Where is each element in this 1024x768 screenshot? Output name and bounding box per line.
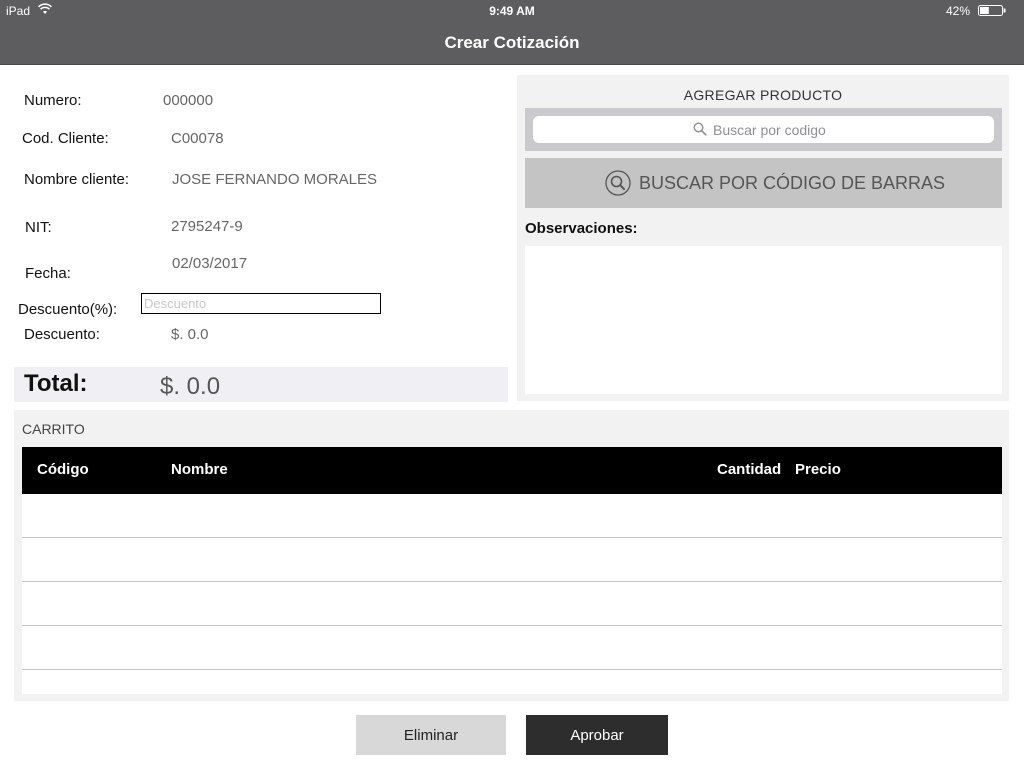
table-row[interactable]	[22, 670, 1002, 694]
nombre-cliente-value: JOSE FERNANDO MORALES	[172, 171, 378, 188]
product-search-input[interactable]	[713, 120, 983, 139]
product-search-bar	[525, 108, 1002, 151]
total-box: Total: $. 0.0	[14, 367, 508, 402]
product-search-field[interactable]	[533, 116, 994, 143]
table-row[interactable]	[22, 494, 1002, 538]
cart-table-header: Código Nombre Cantidad Precio	[22, 447, 1002, 494]
numero-label: Numero:	[24, 92, 82, 109]
nit-value: 2795247-9	[171, 218, 243, 235]
total-label: Total:	[24, 370, 88, 397]
descuento-percent-input[interactable]	[141, 293, 381, 314]
page-title: Crear Cotización	[444, 33, 580, 52]
nombre-cliente-label: Nombre cliente:	[24, 171, 130, 188]
battery-percent: 42%	[945, 4, 970, 18]
barcode-search-button[interactable]: BUSCAR POR CÓDIGO DE BARRAS	[525, 158, 1002, 208]
add-product-panel: AGREGAR PRODUCTO BUSCAR POR CÓDIGO DE BA…	[517, 75, 1009, 401]
table-row[interactable]	[22, 538, 1002, 582]
column-header-codigo: Código	[37, 461, 89, 478]
table-row[interactable]	[22, 582, 1002, 626]
battery-icon	[978, 5, 1016, 16]
search-icon	[693, 122, 707, 136]
cod-cliente-value: C00078	[171, 130, 224, 147]
fecha-label: Fecha:	[25, 265, 71, 282]
cart-table-body[interactable]	[22, 494, 1002, 694]
nit-label: NIT:	[25, 219, 52, 236]
cart-panel: CARRITO Código Nombre Cantidad Precio	[14, 410, 1009, 701]
table-row[interactable]	[22, 626, 1002, 670]
status-bar: iPad 9:49 AM 42%	[0, 0, 1024, 20]
fecha-value: 02/03/2017	[172, 255, 248, 272]
descuento-label: Descuento:	[24, 326, 100, 343]
observations-label: Observaciones:	[525, 220, 638, 237]
barcode-search-label: BUSCAR POR CÓDIGO DE BARRAS	[639, 173, 946, 193]
cart-title: CARRITO	[22, 421, 85, 437]
numero-value: 000000	[163, 92, 214, 109]
delete-button[interactable]: Eliminar	[356, 715, 506, 755]
total-value: $. 0.0	[160, 373, 221, 400]
clock: 9:49 AM	[489, 4, 535, 18]
navigation-bar: Crear Cotización	[0, 20, 1024, 65]
descuento-percent-label: Descuento(%):	[18, 301, 118, 318]
observations-textarea[interactable]	[525, 246, 1002, 394]
column-header-cantidad: Cantidad	[717, 461, 782, 478]
column-header-nombre: Nombre	[171, 461, 228, 478]
add-product-title: AGREGAR PRODUCTO	[683, 87, 843, 103]
descuento-value: $. 0.0	[171, 326, 209, 343]
column-header-precio: Precio	[795, 461, 841, 478]
cod-cliente-label: Cod. Cliente:	[22, 130, 109, 147]
approve-button[interactable]: Aprobar	[526, 715, 668, 755]
magnifier-circle-icon	[605, 170, 631, 196]
